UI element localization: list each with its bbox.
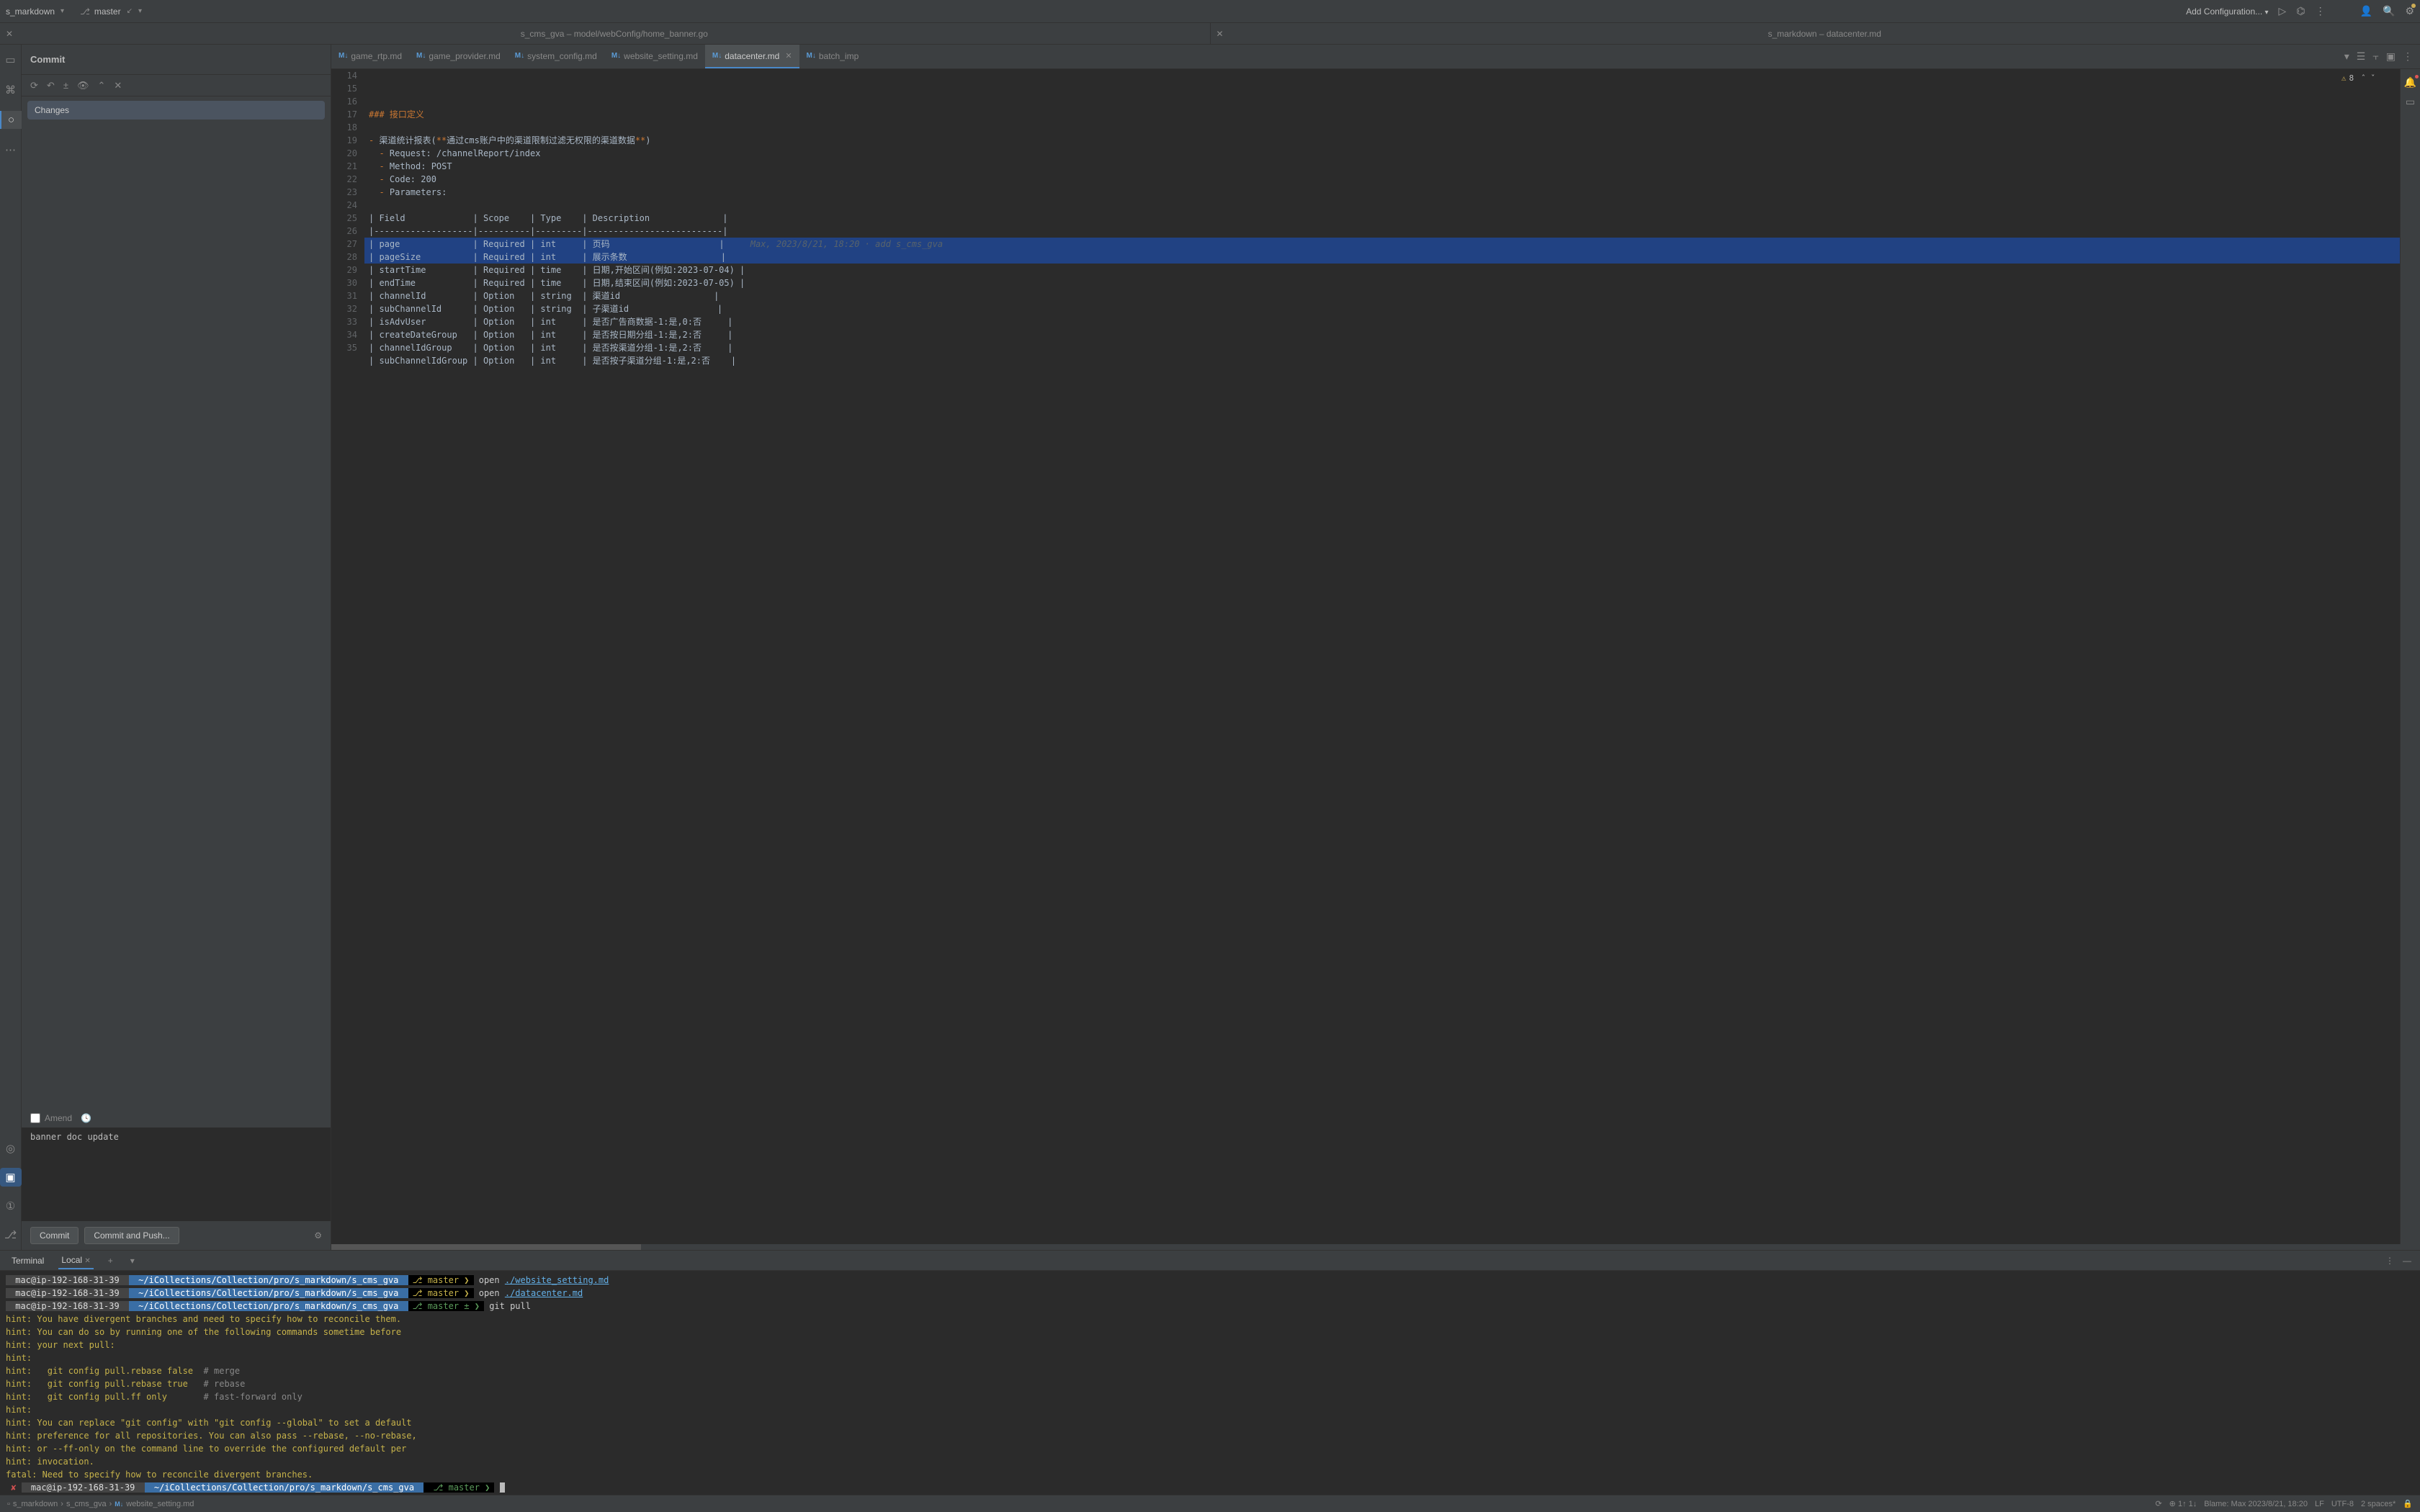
- file-tab[interactable]: M↓website_setting.md: [604, 45, 705, 68]
- collapse-icon[interactable]: ⌃: [97, 80, 105, 91]
- close-session-icon[interactable]: ✕: [84, 1257, 90, 1265]
- file-tab-active[interactable]: M↓datacenter.md✕: [705, 45, 799, 68]
- breadcrumb[interactable]: website_setting.md: [126, 1500, 194, 1508]
- commit-toolbar: ⟳ ↶ ± 👁 ⌃ ✕: [22, 75, 331, 96]
- close-editor-icon[interactable]: ✕: [0, 29, 19, 39]
- file-tab-bar: M↓game_rtp.md M↓game_provider.md M↓syste…: [331, 45, 2420, 69]
- horizontal-scrollbar[interactable]: [331, 1244, 2420, 1250]
- breadcrumb[interactable]: s_markdown: [13, 1500, 58, 1508]
- amend-label: Amend: [45, 1113, 72, 1123]
- git-tool-icon[interactable]: ⎇: [0, 1225, 22, 1244]
- terminal-panel: Terminal Local ✕ + ▾ ⋮ — mac@ip-192-168-…: [0, 1250, 2420, 1495]
- editor-group-title: s_markdown – datacenter.md: [1229, 29, 2420, 39]
- close-icon[interactable]: ✕: [114, 80, 122, 91]
- chevron-down-icon[interactable]: ▾: [138, 7, 142, 15]
- debug-icon[interactable]: ⌬: [2296, 5, 2305, 17]
- run-icon[interactable]: ▷: [2279, 5, 2287, 17]
- inspection-summary[interactable]: ⚠ 8 ˆ ˇ: [2341, 72, 2375, 85]
- line-separator[interactable]: LF: [2315, 1500, 2324, 1508]
- terminal-more-icon[interactable]: ⋮: [2385, 1256, 2394, 1266]
- diff-icon[interactable]: ±: [63, 80, 68, 91]
- editor-split-tabs: ✕ s_cms_gva – model/webConfig/home_banne…: [0, 23, 2420, 45]
- markdown-icon: M↓: [712, 52, 722, 60]
- run-config-selector[interactable]: Add Configuration... ▾: [2186, 6, 2268, 17]
- code-with-me-icon[interactable]: 👤: [2360, 5, 2372, 17]
- branch-name[interactable]: master: [94, 6, 121, 17]
- commit-panel-header: Commit: [22, 45, 331, 75]
- title-bar: s_markdown ▾ ⎇ master ↙ ▾ Add Configurat…: [0, 0, 2420, 23]
- markdown-icon: M↓: [807, 52, 816, 60]
- search-icon[interactable]: 🔍: [2383, 5, 2395, 17]
- new-session-icon[interactable]: +: [105, 1256, 116, 1266]
- activity-bar: ▭ ⌘ ○ ⋯ ◎ ▣ ① ⎇: [0, 45, 22, 1250]
- problems-tool-icon[interactable]: ①: [0, 1197, 22, 1215]
- git-ahead-behind[interactable]: ⊕ 1↑ 1↓: [2169, 1499, 2197, 1508]
- markdown-icon: M↓: [115, 1500, 123, 1508]
- line-gutter: 1415161718192021222324252627282930313233…: [331, 69, 364, 1244]
- more-icon[interactable]: ⋮: [2403, 50, 2413, 63]
- history-icon[interactable]: 🕓: [81, 1113, 91, 1123]
- progress-icon[interactable]: ⟳: [2155, 1499, 2161, 1508]
- project-name[interactable]: s_markdown: [6, 6, 55, 17]
- editor-group-title: s_cms_gva – model/webConfig/home_banner.…: [19, 29, 1209, 39]
- commit-button[interactable]: Commit: [30, 1227, 79, 1244]
- close-tab-icon[interactable]: ✕: [785, 51, 792, 60]
- services-icon[interactable]: ◎: [0, 1139, 22, 1158]
- session-dropdown-icon[interactable]: ▾: [127, 1256, 138, 1266]
- notifications-icon[interactable]: 🔔: [2401, 76, 2420, 89]
- warning-icon: ⚠: [2341, 72, 2347, 85]
- settings-icon[interactable]: ⚙: [2405, 5, 2414, 17]
- preview-icon[interactable]: ▣: [2386, 50, 2396, 63]
- markdown-icon: M↓: [416, 52, 426, 60]
- eye-icon[interactable]: 👁: [77, 80, 89, 91]
- encoding[interactable]: UTF-8: [2331, 1500, 2354, 1508]
- minimize-icon[interactable]: —: [2403, 1256, 2411, 1266]
- file-tab[interactable]: M↓game_rtp.md: [331, 45, 409, 68]
- commit-settings-icon[interactable]: ⚙: [314, 1230, 322, 1241]
- commit-and-push-button[interactable]: Commit and Push...: [84, 1227, 179, 1244]
- terminal-output[interactable]: mac@ip-192-168-31-39 ~/iCollections/Coll…: [0, 1271, 2420, 1495]
- editor-view-icon[interactable]: ☰: [2357, 50, 2366, 63]
- markdown-icon: M↓: [611, 52, 621, 60]
- breadcrumb-folder-icon: ▫: [7, 1500, 10, 1508]
- editor-panel: M↓game_rtp.md M↓game_provider.md M↓syste…: [331, 45, 2420, 1250]
- file-tab[interactable]: M↓system_config.md: [508, 45, 604, 68]
- breadcrumb[interactable]: s_cms_gva: [66, 1500, 107, 1508]
- blame-info[interactable]: Blame: Max 2023/8/21, 18:20: [2204, 1500, 2308, 1508]
- commit-message-input[interactable]: banner doc update: [22, 1128, 331, 1221]
- tab-dropdown-icon[interactable]: ▾: [2344, 50, 2349, 63]
- chevron-down-icon[interactable]: ▾: [60, 7, 64, 15]
- more-tool-icon[interactable]: ⋯: [0, 140, 22, 159]
- bookmark-icon[interactable]: ▭: [2401, 96, 2420, 108]
- markdown-icon: M↓: [339, 52, 348, 60]
- readonly-lock-icon[interactable]: 🔒: [2403, 1499, 2413, 1508]
- commit-tool-icon[interactable]: ○: [0, 111, 22, 129]
- vcs-update-icon[interactable]: ↙: [127, 7, 133, 15]
- terminal-tab[interactable]: Terminal: [9, 1256, 47, 1266]
- terminal-session-tab[interactable]: Local ✕: [58, 1255, 93, 1269]
- code-body[interactable]: ⚠ 8 ˆ ˇ ### 接口定义- 渠道统计报表(**通过cms账户中的渠道限制…: [364, 69, 2400, 1244]
- status-bar: ▫ s_markdown › s_cms_gva › M↓ website_se…: [0, 1495, 2420, 1512]
- branch-icon[interactable]: ⎇: [80, 6, 90, 17]
- structure-tool-icon[interactable]: ⌘: [0, 81, 22, 99]
- changes-node[interactable]: Changes: [27, 101, 325, 120]
- split-view-icon[interactable]: ⫟: [2372, 50, 2378, 63]
- file-tab[interactable]: M↓game_provider.md: [409, 45, 508, 68]
- terminal-tool-icon[interactable]: ▣: [0, 1168, 22, 1187]
- indent-setting[interactable]: 2 spaces*: [2361, 1500, 2396, 1508]
- more-icon[interactable]: ⋮: [2316, 5, 2326, 17]
- project-tool-icon[interactable]: ▭: [0, 50, 22, 69]
- commit-panel: Commit ⟳ ↶ ± 👁 ⌃ ✕ Changes Amend 🕓 banne…: [22, 45, 331, 1250]
- rollback-icon[interactable]: ↶: [47, 80, 55, 91]
- file-tab[interactable]: M↓batch_imp: [799, 45, 866, 68]
- amend-checkbox[interactable]: [30, 1113, 40, 1123]
- markdown-icon: M↓: [515, 52, 524, 60]
- right-gutter-bar: 🔔 ▭: [2400, 69, 2420, 1244]
- refresh-icon[interactable]: ⟳: [30, 80, 38, 91]
- close-editor-icon[interactable]: ✕: [1211, 29, 1229, 39]
